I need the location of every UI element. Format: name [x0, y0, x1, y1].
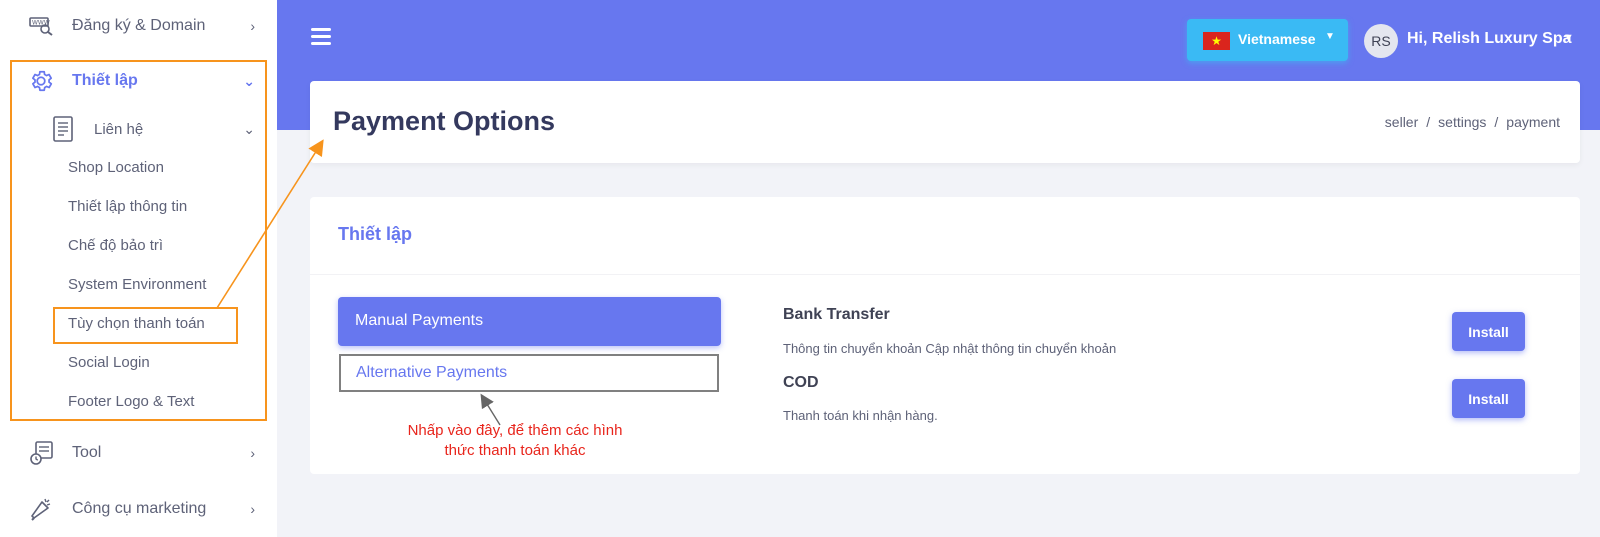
page-title: Payment Options: [333, 106, 556, 136]
chevron-down-icon: ⌄: [243, 120, 255, 137]
marketing-icon: [28, 496, 54, 522]
caret-down-icon[interactable]: ▼: [1563, 32, 1574, 44]
annotation-note-line: thức thanh toán khác: [444, 442, 586, 459]
tab-label: Manual Payments: [355, 312, 484, 329]
annotation-note-line: Nhấp vào đây, để thêm các hình: [407, 422, 623, 439]
vietnam-flag-icon: ★: [1203, 32, 1230, 50]
breadcrumb: seller / settings / payment: [1384, 114, 1560, 130]
menu-toggle-icon[interactable]: [311, 28, 331, 46]
domain-icon: WWW: [28, 13, 54, 39]
payment-method-name: Bank Transfer: [783, 306, 890, 323]
payment-method-description: Thông tin chuyển khoản Cập nhật thông ti…: [783, 341, 1117, 356]
payment-method-description: Thanh toán khi nhận hàng.: [783, 408, 938, 423]
sidebar-item-marketing[interactable]: Công cụ marketing ›: [0, 497, 277, 521]
sidebar-item-label: Liên hệ: [94, 120, 144, 138]
tab-alternative-payments[interactable]: Alternative Payments: [339, 354, 719, 392]
sidebar-item-label: Tool: [72, 444, 102, 461]
caret-down-icon: ▼: [1325, 31, 1335, 42]
sidebar-subitem-payment-options[interactable]: Tùy chọn thanh toán: [68, 315, 205, 332]
sidebar-subitem-maintenance[interactable]: Chế độ bảo trì: [68, 237, 163, 254]
sidebar-subitem-shop-location[interactable]: Shop Location: [68, 159, 164, 176]
tool-icon: [28, 440, 54, 466]
breadcrumb-item-settings[interactable]: settings: [1438, 114, 1486, 130]
chevron-right-icon: ›: [250, 501, 255, 517]
document-icon: [50, 116, 76, 142]
sidebar-item-settings[interactable]: Thiết lập ⌄: [0, 69, 277, 93]
annotation-note: Nhấp vào đây, để thêm các hình thức than…: [380, 421, 650, 461]
sidebar-subitem-info-settings[interactable]: Thiết lập thông tin: [68, 198, 187, 215]
breadcrumb-item-seller[interactable]: seller: [1385, 114, 1418, 130]
payment-method-name: COD: [783, 374, 819, 391]
card-title: Thiết lập: [338, 224, 413, 244]
sidebar-item-label: Đăng ký & Domain: [72, 17, 206, 34]
sidebar-subitem-social-login[interactable]: Social Login: [68, 354, 150, 371]
avatar[interactable]: RS: [1364, 24, 1398, 58]
chevron-right-icon: ›: [250, 18, 255, 34]
chevron-down-icon: ⌄: [243, 72, 255, 89]
sidebar-item-contact[interactable]: Liên hệ ⌄: [0, 116, 277, 142]
install-bank-transfer-button[interactable]: Install: [1452, 312, 1525, 351]
breadcrumb-item-payment: payment: [1506, 114, 1560, 130]
sidebar-item-label: Công cụ marketing: [72, 500, 207, 517]
gear-icon: [28, 68, 54, 94]
tab-label: Alternative Payments: [356, 364, 508, 381]
tab-manual-payments[interactable]: Manual Payments: [338, 297, 721, 346]
user-menu[interactable]: Hi, Relish Luxury Spa: [1407, 30, 1571, 48]
sidebar-subitem-system-environment[interactable]: System Environment: [68, 276, 206, 293]
install-cod-button[interactable]: Install: [1452, 379, 1525, 418]
sidebar-item-label: Thiết lập: [72, 72, 138, 89]
sidebar-subitem-footer-logo[interactable]: Footer Logo & Text: [68, 393, 194, 410]
language-label: Vietnamese: [1238, 31, 1316, 47]
sidebar: WWW Đăng ký & Domain › Thiết lập ⌄ Liên …: [0, 0, 277, 537]
sidebar-item-tool[interactable]: Tool ›: [0, 441, 277, 465]
chevron-right-icon: ›: [250, 445, 255, 461]
sidebar-item-domain[interactable]: WWW Đăng ký & Domain ›: [0, 14, 277, 38]
card-divider: [310, 274, 1580, 275]
language-dropdown[interactable]: ★ Vietnamese ▼: [1187, 19, 1348, 61]
